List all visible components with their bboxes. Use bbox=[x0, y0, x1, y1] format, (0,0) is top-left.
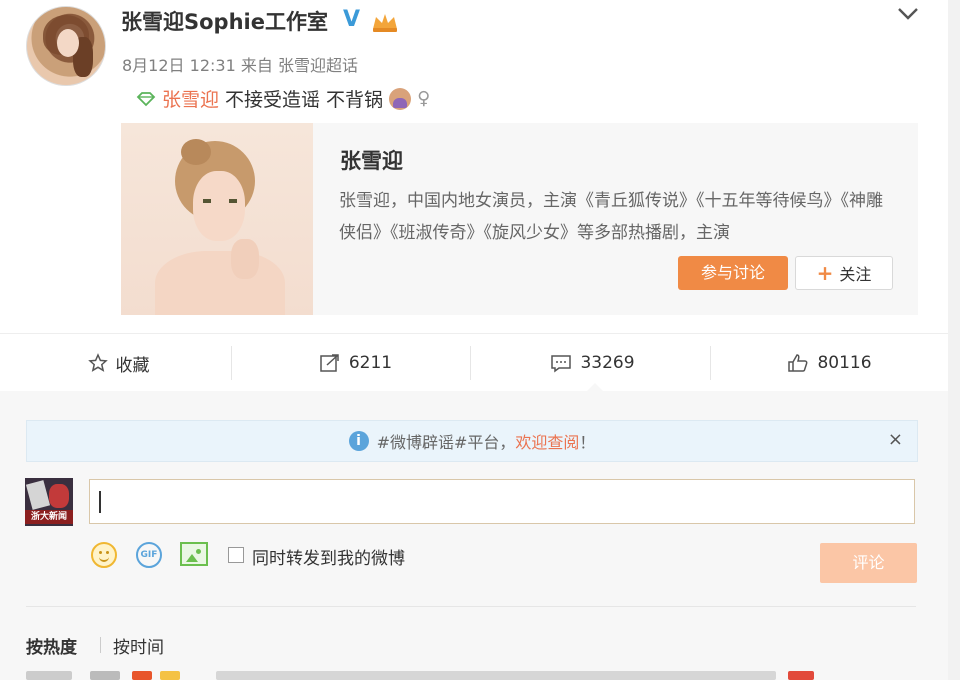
profile-card-name[interactable]: 张雪迎 bbox=[340, 145, 403, 175]
notice-suffix: ！ bbox=[579, 433, 596, 452]
post-source-prefix: 来自 bbox=[240, 56, 273, 75]
verified-v-icon: V bbox=[343, 7, 361, 32]
repost-button[interactable]: 6211 bbox=[237, 334, 474, 392]
image-icon[interactable] bbox=[180, 542, 208, 566]
submit-comment-button[interactable]: 评论 bbox=[820, 543, 917, 583]
text-cursor bbox=[99, 491, 101, 513]
favorite-button[interactable]: 收藏 bbox=[0, 334, 237, 392]
emoji-icon[interactable] bbox=[91, 542, 117, 568]
profile-photo[interactable] bbox=[121, 123, 313, 315]
like-button[interactable]: 80116 bbox=[711, 334, 948, 392]
notice-link[interactable]: 欢迎查阅 bbox=[515, 433, 579, 452]
follow-label: 关注 bbox=[839, 265, 872, 284]
current-user-avatar[interactable]: 浙大新闻 bbox=[25, 478, 73, 526]
post-date: 8月12日 bbox=[122, 56, 185, 75]
next-comment-preview bbox=[26, 671, 916, 680]
chevron-down-icon[interactable] bbox=[896, 4, 920, 22]
follow-button[interactable]: + 关注 bbox=[795, 256, 893, 290]
author-username[interactable]: 张雪迎Sophie工作室 bbox=[121, 6, 328, 36]
post-source[interactable]: 张雪迎超话 bbox=[278, 56, 358, 75]
post-time[interactable]: 12:31 bbox=[190, 56, 236, 75]
post-action-bar: 收藏 6211 33269 80116 bbox=[0, 333, 948, 392]
comment-input[interactable] bbox=[89, 479, 915, 524]
profile-card[interactable]: 张雪迎 张雪迎，中国内地女演员，主演《青丘狐传说》《十五年等待候鸟》《神雕侠侣》… bbox=[121, 123, 918, 315]
diamond-icon bbox=[136, 91, 156, 106]
female-sign-icon: ♀ bbox=[417, 88, 431, 109]
discuss-button[interactable]: 参与讨论 bbox=[678, 256, 788, 290]
gif-icon[interactable]: GIF bbox=[136, 542, 162, 568]
close-icon[interactable]: × bbox=[888, 429, 903, 450]
tab-sort-by-time[interactable]: 按时间 bbox=[113, 633, 164, 658]
weibo-post-card: 张雪迎Sophie工作室 V 8月12日 12:31 来自 张雪迎超话 张雪迎 … bbox=[0, 0, 948, 680]
repost-checkbox-label[interactable]: 同时转发到我的微博 bbox=[252, 544, 405, 569]
divider bbox=[26, 606, 916, 607]
repost-icon bbox=[320, 354, 339, 372]
member-crown-icon bbox=[373, 14, 397, 32]
post-text: 不接受造谣 不背锅 bbox=[225, 89, 384, 111]
tab-sort-by-hot[interactable]: 按热度 bbox=[26, 633, 77, 658]
repost-checkbox[interactable] bbox=[228, 547, 244, 563]
star-icon bbox=[87, 353, 108, 372]
info-icon: i bbox=[348, 431, 369, 451]
repost-count: 6211 bbox=[348, 353, 393, 373]
comment-area: i #微博辟谣#平台，欢迎查阅！ × 浙大新闻 GIF 同时转发到我的微博 评论… bbox=[0, 391, 948, 680]
favorite-label: 收藏 bbox=[115, 355, 150, 376]
post-content: 张雪迎 不接受造谣 不背锅 ♀ bbox=[136, 85, 430, 112]
mention-link[interactable]: 张雪迎 bbox=[162, 85, 219, 112]
tab-separator bbox=[100, 637, 101, 653]
like-count: 80116 bbox=[817, 353, 872, 373]
rumor-notice-bar: i #微博辟谣#平台，欢迎查阅！ × bbox=[26, 420, 918, 462]
comment-count: 33269 bbox=[580, 353, 635, 373]
comment-icon bbox=[551, 355, 572, 373]
profile-card-description: 张雪迎，中国内地女演员，主演《青丘狐传说》《十五年等待候鸟》《神雕侠侣》《班淑传… bbox=[339, 191, 883, 243]
author-avatar[interactable] bbox=[26, 6, 106, 86]
thumbs-up-icon bbox=[788, 354, 808, 372]
avatar-caption: 浙大新闻 bbox=[25, 510, 73, 524]
shrug-emoji-icon bbox=[389, 87, 412, 110]
plus-icon: + bbox=[816, 261, 834, 285]
post-meta: 8月12日 12:31 来自 张雪迎超话 bbox=[122, 52, 358, 76]
notice-text: #微博辟谣#平台， bbox=[376, 433, 516, 452]
